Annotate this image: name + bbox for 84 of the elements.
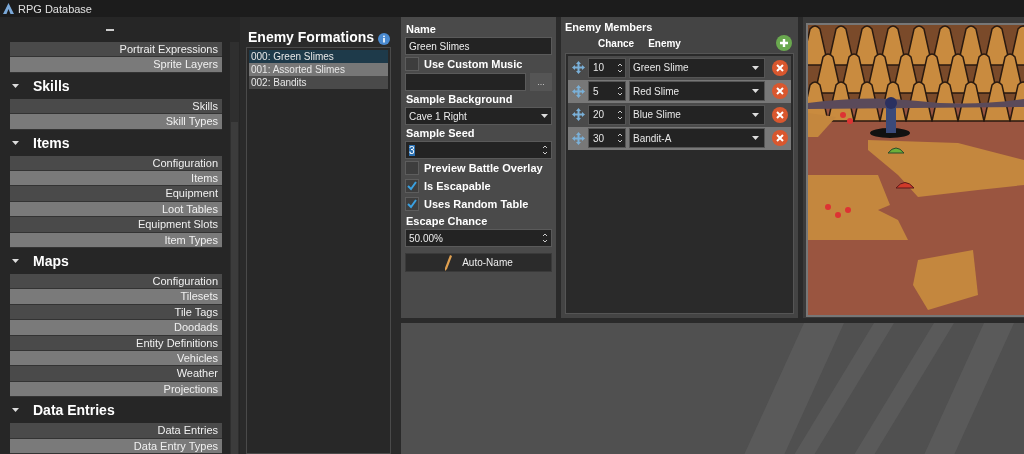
enemy-dropdown[interactable]: Red Slime [629,81,765,102]
sidebar-item[interactable]: Configuration [10,274,222,290]
checkbox-label[interactable]: Uses Random Table [424,198,529,210]
sidebar-item[interactable]: Skills [10,98,222,115]
move-icon[interactable] [572,61,585,75]
chance-spinner[interactable]: 10 [588,57,626,78]
enemy-dropdown[interactable]: Blue Slime [629,104,765,125]
sidebar-item[interactable]: Sprite Layers [10,57,222,73]
remove-button[interactable] [772,59,788,76]
checkbox-label[interactable]: Preview Battle Overlay [424,162,543,174]
sidebar-item[interactable]: Doodads [10,320,222,336]
caret-icon [752,65,759,70]
column-header: Chance [598,37,635,49]
caret-icon[interactable] [12,140,19,145]
browse-button[interactable]: ... [530,73,552,91]
remove-button[interactable] [772,83,788,100]
section-heading[interactable]: Skills [33,77,70,94]
sidebar-item[interactable]: Items [10,171,222,187]
collapse-icon[interactable] [106,28,114,31]
info-icon[interactable] [378,33,390,45]
music-path-field[interactable] [405,73,526,91]
section-heading[interactable]: Maps [33,253,69,269]
chance-spinner[interactable]: 30 [588,128,626,149]
sidebar-item[interactable]: Tilesets [10,289,222,305]
section-heading[interactable]: Data Entries [33,402,115,419]
close-icon [776,87,784,96]
panel-title: Enemy Formations [248,29,375,45]
column-header: Enemy [648,37,681,49]
close-icon [776,134,784,143]
name-field[interactable]: Green Slimes [405,37,552,55]
sidebar-item[interactable]: Configuration [10,155,222,172]
close-icon [776,63,784,72]
spinner-arrows-icon[interactable] [617,61,623,74]
plus-icon [779,38,789,48]
checkbox[interactable] [405,57,419,71]
seed-spinner[interactable]: 3 [405,141,552,159]
caret-icon [752,136,759,141]
spinner-arrows-icon[interactable] [617,132,623,145]
spinner-arrows-icon[interactable] [542,144,548,156]
auto-name-button[interactable]: Auto-Name [405,253,552,272]
remove-button[interactable] [772,106,788,123]
checkbox[interactable] [405,197,419,211]
formation-item[interactable]: 000: Green Slimes [249,50,388,63]
sidebar-item[interactable]: Vehicles [10,351,222,367]
spinner-arrows-icon[interactable] [617,85,623,98]
caret-icon [752,89,759,94]
field-label: Escape Chance [406,215,489,227]
sidebar-item[interactable]: Skill Types [10,114,222,130]
formation-item[interactable]: 001: Assorted Slimes [249,63,388,76]
checkbox-label[interactable]: Is Escapable [424,180,491,192]
enemy-dropdown[interactable]: Bandit-A [629,128,765,149]
panel-title: Enemy Members [565,21,654,33]
move-icon[interactable] [572,108,585,122]
field-label: Sample Background [406,93,514,105]
checkbox-label[interactable]: Use Custom Music [424,58,523,70]
escape-chance-spinner[interactable]: 50.00% [405,229,552,247]
spinner-arrows-icon[interactable] [617,108,623,121]
sidebar-item[interactable]: Portrait Expressions [10,42,222,58]
section-heading[interactable]: Items [33,134,70,151]
window-title: RPG Database [18,2,92,15]
caret-icon[interactable] [12,259,19,263]
caret-icon [752,112,759,117]
caret-icon[interactable] [12,408,19,413]
caret-icon[interactable] [12,83,19,88]
chance-spinner[interactable]: 5 [588,81,626,102]
background-dropdown[interactable]: Cave 1 Right [405,107,552,125]
checkbox[interactable] [405,179,419,193]
app-logo-icon [3,3,14,14]
checkbox[interactable] [405,161,419,175]
sidebar-item[interactable]: Data Entries [10,423,222,439]
caret-icon [541,114,548,118]
close-icon [776,110,784,119]
add-button[interactable] [776,35,792,51]
pencil-icon [444,254,453,271]
sidebar-item[interactable]: Equipment Slots [10,217,222,233]
remove-button[interactable] [772,130,788,147]
sidebar-item[interactable]: Weather [10,366,222,382]
formation-item[interactable]: 002: Bandits [249,76,388,89]
field-label: Sample Seed [406,127,476,139]
chance-spinner[interactable]: 20 [588,104,626,125]
enemy-dropdown[interactable]: Green Slime [629,57,765,78]
sidebar-item[interactable]: Equipment [10,186,222,202]
spinner-arrows-icon[interactable] [542,232,548,244]
field-label: Name [406,23,437,35]
